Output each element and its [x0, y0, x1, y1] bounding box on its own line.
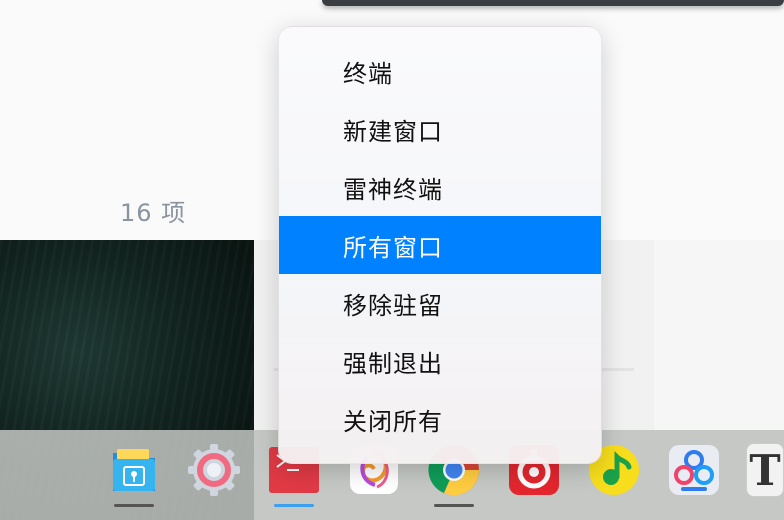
menu-item-label: 雷神终端 [343, 175, 443, 204]
menu-item-label: 关闭所有 [343, 407, 443, 436]
dock-item-settings[interactable] [186, 442, 242, 498]
menu-item-force-quit[interactable]: 强制退出 [279, 332, 601, 390]
running-indicator [434, 504, 474, 507]
settings-icon [188, 444, 240, 496]
running-indicator [114, 504, 154, 507]
font-viewer-glyph: T [749, 445, 781, 495]
menu-item-all-windows[interactable]: 所有窗口 [279, 216, 601, 274]
menu-item-undock[interactable]: 移除驻留 [279, 274, 601, 332]
menu-item-close-all[interactable]: 关闭所有 [279, 390, 601, 448]
dock-context-menu: 终端 新建窗口 雷神终端 所有窗口 移除驻留 强制退出 关闭所有 [278, 26, 602, 464]
menu-item-quake-terminal[interactable]: 雷神终端 [279, 158, 601, 216]
running-indicator [274, 504, 314, 507]
menu-item-label: 强制退出 [343, 349, 443, 378]
dock-item-font-viewer[interactable]: T [746, 442, 784, 498]
menu-item-label: 终端 [343, 59, 393, 88]
file-manager-icon [113, 449, 155, 491]
baidu-netdisk-icon [669, 445, 719, 495]
menu-item-label: 新建窗口 [343, 117, 443, 146]
window-bottom-edge [322, 0, 784, 6]
font-viewer-icon: T [746, 443, 784, 497]
menu-item-label: 所有窗口 [343, 233, 443, 262]
menu-item-terminal[interactable]: 终端 [279, 42, 601, 100]
dock-item-file-manager[interactable] [106, 442, 162, 498]
item-count-label: 16 项 [120, 199, 187, 227]
dock-item-baidu-netdisk[interactable] [666, 442, 722, 498]
background-window-pane [654, 240, 784, 430]
menu-item-new-window[interactable]: 新建窗口 [279, 100, 601, 158]
menu-item-label: 移除驻留 [343, 291, 443, 320]
